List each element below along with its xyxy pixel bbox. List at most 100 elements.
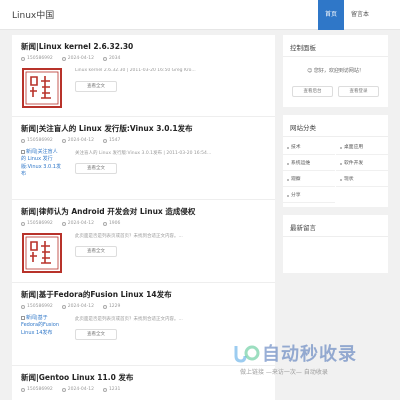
post-title[interactable]: 新闻|基于Fedora的Fusion Linux 14发布	[21, 289, 172, 300]
post-date-label: 2024-04-12	[67, 138, 94, 143]
category-link[interactable]: 现状	[336, 172, 388, 187]
welcome-text: ☺ 您好，欢迎到访网站！	[283, 67, 388, 74]
recent-comments-title: 最新留言	[290, 224, 316, 232]
post-views-label: 2034	[108, 56, 121, 61]
read-more-button[interactable]: 查看全文	[75, 163, 117, 174]
user-icon	[21, 138, 25, 143]
recent-comments-panel: 最新留言	[283, 215, 388, 273]
divider	[283, 56, 388, 57]
read-more-button[interactable]: 查看全文	[75, 246, 117, 257]
post-author: 150586992	[21, 304, 53, 309]
category-link[interactable]: 分享	[283, 188, 335, 203]
control-panel: 控制面板 ☺ 您好，欢迎到访网站！ 查看后台 查看登录	[283, 35, 388, 107]
post-meta: 150586992 2024-04-12 2034	[21, 56, 120, 61]
eye-icon	[102, 304, 107, 309]
post-date: 2024-04-12	[61, 221, 94, 226]
broken-image-alt[interactable]: 新闻|关注盲人的 Linux 发行版:Vinux 3.0.1发布	[21, 149, 61, 178]
clock-icon	[61, 56, 66, 61]
post-meta: 150586992 2024-04-12 1547	[21, 138, 120, 143]
watermark-logo-icon	[234, 345, 260, 363]
category-panel: 网站分类 技术 桌面应用 系统运维 软件开发 观察 现状 分享	[283, 115, 388, 207]
login-button[interactable]: 查看登录	[338, 86, 379, 97]
category-link[interactable]: 观察	[283, 172, 335, 187]
category-link[interactable]: 软件开发	[336, 156, 388, 171]
post-views: 1229	[102, 304, 121, 309]
category-link[interactable]: 系统运维	[283, 156, 335, 171]
user-icon	[21, 221, 25, 226]
clock-icon	[61, 138, 66, 143]
broken-image-alt-text: 新闻|关注盲人的 Linux 发行版:Vinux 3.0.1发布	[21, 149, 61, 177]
post-author-label: 150586992	[27, 56, 53, 61]
post-views: 1547	[102, 138, 121, 143]
watermark-subtext: 做上链接 —来访一次— 自动收录	[240, 369, 328, 376]
post-title[interactable]: 新闻|Gentoo Linux 11.0 发布	[21, 372, 133, 383]
post-title[interactable]: 新闻|关注盲人的 Linux 发行版:Vinux 3.0.1发布	[21, 123, 193, 134]
post-excerpt: 此页面是否是列表页或首页？未找到合适正文内容。...	[75, 317, 183, 322]
post-date: 2024-04-12	[61, 56, 94, 61]
post-views-label: 1229	[108, 304, 121, 309]
watermark: 自动秒收录 做上链接 —来访一次— 自动收录	[232, 340, 392, 386]
post-date-label: 2024-04-12	[67, 221, 94, 226]
post-author: 150586992	[21, 138, 53, 143]
post-date: 2024-04-12	[61, 138, 94, 143]
eye-icon	[102, 221, 107, 226]
post-meta: 150586992 2024-04-12 1906	[21, 221, 120, 226]
watermark-text: 自动秒收录	[262, 344, 357, 365]
category-link[interactable]: 桌面应用	[336, 140, 388, 155]
post-date-label: 2024-04-12	[67, 56, 94, 61]
seal-thumbnail[interactable]	[21, 232, 63, 274]
post-date: 2024-04-12	[61, 387, 94, 392]
nav-guestbook[interactable]: 留言本	[344, 0, 376, 30]
post-date-label: 2024-04-12	[67, 304, 94, 309]
post-author: 150586992	[21, 387, 53, 392]
post-views-label: 1231	[108, 387, 121, 392]
post-excerpt: 关注盲人的 Linux 发行版:Vinux 3.0.1发布 | 2011-03-…	[75, 151, 212, 156]
category-panel-title: 网站分类	[290, 124, 316, 132]
main-nav: 首页 留言本	[317, 0, 376, 30]
post-views: 2034	[102, 56, 121, 61]
site-logo[interactable]: Linux中国	[12, 8, 54, 21]
post-author-label: 150586992	[27, 387, 53, 392]
control-panel-title: 控制面板	[290, 44, 316, 52]
category-link[interactable]: 技术	[283, 140, 335, 155]
post-excerpt: 此页面是否是列表页或首页？未找到合适正文内容。...	[75, 234, 183, 239]
post-date-label: 2024-04-12	[67, 387, 94, 392]
eye-icon	[102, 138, 107, 143]
post-item: 新闻|Linux kernel 2.6.32.30 150586992 2024…	[12, 35, 275, 117]
post-views-label: 1906	[108, 221, 121, 226]
post-title[interactable]: 新闻|律师认为 Android 开发会对 Linux 造成侵权	[21, 206, 195, 217]
post-author-label: 150586992	[27, 304, 53, 309]
post-item: 新闻|关注盲人的 Linux 发行版:Vinux 3.0.1发布 1505869…	[12, 117, 275, 200]
post-author-label: 150586992	[27, 138, 53, 143]
divider	[283, 236, 388, 237]
read-more-button[interactable]: 查看全文	[75, 329, 117, 340]
user-icon	[21, 304, 25, 309]
broken-image-alt[interactable]: 新闻|基于Fedora的Fusion Linux 14发布	[21, 315, 61, 337]
seal-thumbnail[interactable]	[21, 67, 63, 109]
post-title[interactable]: 新闻|Linux kernel 2.6.32.30	[21, 41, 133, 52]
divider	[283, 136, 388, 137]
nav-home[interactable]: 首页	[317, 0, 344, 30]
post-author-label: 150586992	[27, 221, 53, 226]
user-icon	[21, 387, 25, 392]
post-views-label: 1547	[108, 138, 121, 143]
post-author: 150586992	[21, 221, 53, 226]
clock-icon	[61, 221, 66, 226]
broken-image-icon	[21, 315, 25, 320]
post-excerpt: Linux kernel 2.6.32.30 | 2011-03-20 16:5…	[75, 68, 196, 73]
broken-image-icon	[21, 149, 25, 154]
clock-icon	[61, 304, 66, 309]
post-meta: 150586992 2024-04-12 1229	[21, 304, 120, 309]
post-views: 1231	[102, 387, 121, 392]
user-icon: ☺	[307, 68, 314, 74]
eye-icon	[102, 387, 107, 392]
user-icon	[21, 56, 25, 61]
top-header: Linux中国 首页 留言本	[0, 0, 400, 30]
post-views: 1906	[102, 221, 121, 226]
post-meta: 150586992 2024-04-12 1231	[21, 387, 120, 392]
broken-image-alt-text: 新闻|基于Fedora的Fusion Linux 14发布	[21, 315, 60, 336]
post-date: 2024-04-12	[61, 304, 94, 309]
read-more-button[interactable]: 查看全文	[75, 81, 117, 92]
welcome-label: 您好，欢迎到访网站！	[313, 68, 364, 74]
admin-button[interactable]: 查看后台	[292, 86, 333, 97]
